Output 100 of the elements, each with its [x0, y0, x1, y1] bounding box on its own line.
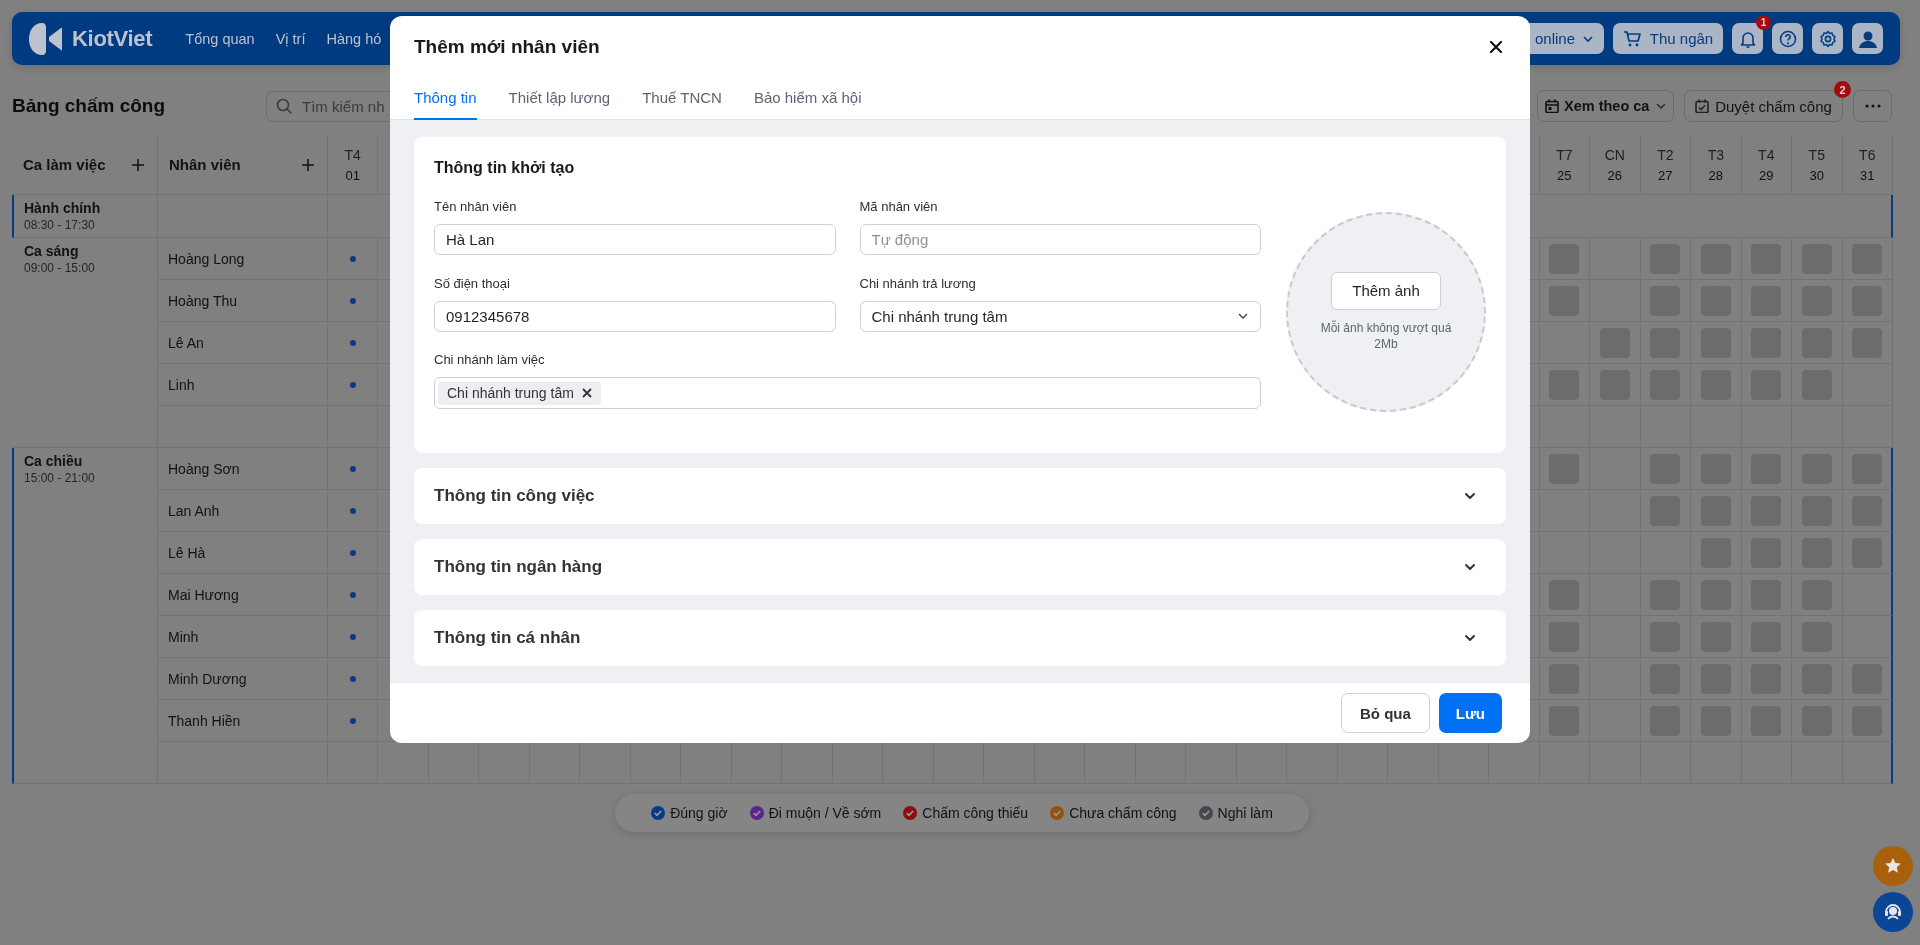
add-shift-icon[interactable]	[131, 157, 145, 172]
shift-time: 08:30 - 17:30	[24, 218, 95, 232]
employee-name: Lê Hà	[158, 532, 328, 574]
section-card[interactable]: Thông tin ngân hàng	[414, 539, 1506, 595]
help-icon	[1778, 29, 1797, 48]
legend-label: Đúng giờ	[670, 805, 728, 821]
nav-link[interactable]: Hàng hó	[326, 30, 382, 47]
tab[interactable]: Thuế TNCN	[642, 78, 722, 120]
save-button[interactable]: Lưu	[1438, 693, 1502, 733]
photo-upload-area[interactable]: Thêm ảnh Mỗi ảnh không vượt quá 2Mb	[1286, 212, 1486, 412]
date-label: 29	[1759, 167, 1774, 183]
field-label: Mã nhân viên	[859, 199, 939, 215]
employee-name: Thanh Hiền	[158, 700, 328, 742]
section-title: Thông tin cá nhân	[434, 628, 581, 648]
bell-icon	[1738, 29, 1757, 48]
employee-name: Linh	[158, 364, 328, 406]
account-button[interactable]	[1852, 23, 1883, 54]
support-button[interactable]	[1873, 892, 1913, 932]
section-card[interactable]: Thông tin cá nhân	[414, 610, 1506, 666]
input-field[interactable]: 0912345678	[434, 300, 836, 332]
nav-link[interactable]: Vị trí	[275, 30, 306, 47]
weekday-label: T3	[1707, 146, 1724, 163]
legend-label: Chấm công thiếu	[922, 805, 1029, 821]
weekday-label: CN	[1604, 146, 1625, 163]
weekday-label: T7	[1556, 146, 1573, 163]
select-field[interactable]: Chi nhánh trung tâm	[859, 300, 1261, 332]
calendar-check-icon	[1695, 99, 1710, 113]
settings-icon	[1818, 29, 1837, 48]
section-title: Thông tin khởi tạo	[434, 159, 575, 177]
close-icon	[1489, 40, 1503, 54]
date-label: 28	[1708, 167, 1724, 183]
remove-tag-icon[interactable]	[581, 388, 592, 399]
shift-name: Ca chiều	[24, 453, 83, 469]
employee-name: Minh	[158, 616, 328, 658]
view-select[interactable]: Xem theo ca	[1537, 90, 1674, 122]
shift-time: 09:00 - 15:00	[24, 261, 95, 275]
settings-button[interactable]	[1812, 23, 1843, 54]
notifications-button[interactable]	[1732, 23, 1763, 54]
tab[interactable]: Thiết lập lương	[508, 78, 611, 120]
input-field[interactable]: Tự động	[859, 224, 1261, 255]
column-header: Ca làm việc	[23, 156, 106, 173]
shift-name: Hành chính	[24, 200, 101, 216]
cancel-button[interactable]: Bỏ qua	[1340, 693, 1430, 733]
shift-name: Ca sáng	[24, 243, 79, 259]
tab[interactable]: Bảo hiểm xã hội	[753, 78, 862, 120]
tag-input-field[interactable]: Chi nhánh trung tâm	[434, 377, 1261, 410]
field-label: Chi nhánh làm việc	[434, 352, 546, 369]
date-label: 25	[1557, 167, 1572, 183]
weekday-label: T2	[1657, 146, 1674, 163]
branch-tag: Chi nhánh trung tâm	[438, 381, 601, 405]
cashier-button[interactable]: Thu ngân	[1613, 23, 1723, 54]
field-label: Chi nhánh trả lương	[859, 275, 977, 292]
help-button[interactable]	[1772, 23, 1803, 54]
field-label: Tên nhân viên	[434, 199, 518, 215]
approval-badge: 2	[1834, 81, 1851, 98]
chevron-down-icon	[1464, 490, 1476, 502]
employee-name: Hoàng Long	[158, 238, 328, 280]
more-button[interactable]	[1853, 90, 1892, 122]
add-employee-icon[interactable]	[301, 157, 315, 172]
weekday-label: T6	[1859, 146, 1876, 163]
cart-icon	[1622, 30, 1642, 47]
employee-name: Hoàng Thu	[158, 280, 328, 322]
dialog-title: Thêm mới nhân viên	[414, 36, 600, 58]
field-label: Số điện thoại	[434, 275, 511, 292]
add-photo-button[interactable]: Thêm ảnh	[1331, 271, 1441, 310]
input-field[interactable]: Hà Lan	[434, 224, 836, 255]
weekday-label: T5	[1808, 146, 1825, 163]
employee-name: Minh Dương	[158, 658, 328, 700]
legend-label: Đi muộn / Về sớm	[768, 805, 882, 821]
legend-label: Chưa chấm công	[1069, 805, 1177, 821]
employee-name: Mai Hương	[158, 574, 328, 616]
legend-label: Nghỉ làm	[1217, 805, 1273, 821]
date-label: 30	[1809, 167, 1824, 183]
section-title: Thông tin ngân hàng	[434, 557, 603, 577]
nav-link[interactable]: Tổng quan	[185, 30, 255, 47]
date-label: 01	[345, 167, 360, 183]
page-title: Bảng chấm công	[12, 95, 167, 117]
chevron-down-icon	[1464, 632, 1476, 644]
date-label: 26	[1607, 167, 1623, 183]
employee-name: Hoàng Sơn	[158, 448, 328, 490]
employee-name: Lê An	[158, 322, 328, 364]
caret-icon	[1583, 33, 1593, 44]
notification-badge: 1	[1756, 15, 1771, 30]
section-title: Thông tin công việc	[434, 486, 595, 506]
section-card[interactable]: Thông tin công việc	[414, 468, 1506, 524]
caret-icon	[1656, 101, 1666, 111]
chevron-down-icon	[1464, 561, 1476, 573]
date-label: 27	[1658, 167, 1673, 183]
search-icon	[276, 97, 293, 115]
favorite-button[interactable]	[1873, 846, 1913, 886]
logo-icon	[28, 21, 62, 56]
employee-name: Lan Anh	[158, 490, 328, 532]
weekday-label: T4	[1758, 146, 1775, 163]
brand-name: KiotViet	[72, 25, 153, 52]
shift-time: 15:00 - 21:00	[24, 471, 95, 485]
calendar-icon	[1545, 99, 1559, 113]
column-header: Nhân viên	[169, 156, 241, 173]
date-label: 31	[1860, 167, 1875, 183]
photo-size-note: Mỗi ảnh không vượt quá 2Mb	[1319, 319, 1453, 353]
more-icon	[1863, 103, 1882, 109]
